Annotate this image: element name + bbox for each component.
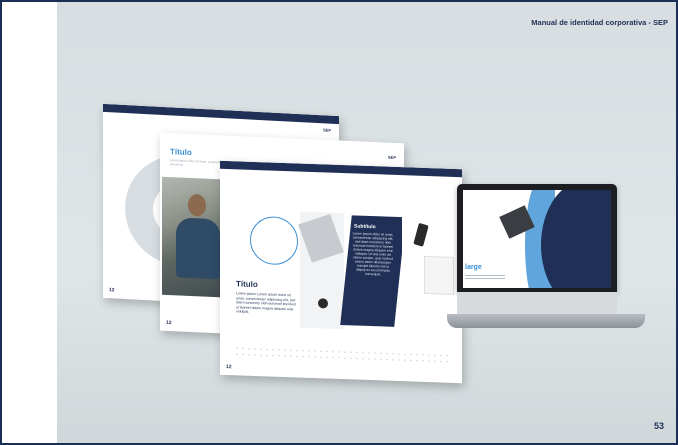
icon-placeholder-circle (250, 215, 298, 266)
photo-body (176, 217, 220, 280)
manual-page: Manual de identidad corporativa - SEP 53… (0, 0, 678, 445)
laptop-display: large (463, 190, 611, 288)
paper-graphic (424, 255, 454, 295)
slide-content: Título Lorem ipsum Lorem ipsum dolor sit… (220, 209, 462, 334)
display-navy-shape (541, 190, 611, 288)
laptop-base (447, 314, 645, 328)
coffee-cup-graphic (318, 298, 328, 309)
page-number: 53 (653, 421, 664, 431)
keyboard-graphic (298, 214, 344, 263)
page-header-title: Manual de identidad corporativa - SEP (531, 18, 668, 27)
slide-title: Título (170, 147, 192, 158)
slide-number: 12 (109, 287, 115, 294)
left-margin (2, 2, 57, 443)
laptop-photo (298, 211, 344, 330)
phone-graphic (413, 222, 429, 247)
slide-number: 12 (226, 363, 232, 371)
slide-number: 12 (166, 319, 172, 327)
laptop-hinge (457, 292, 617, 314)
slide-body-text: Lorem ipsum Lorem ipsum dolor sit amet, … (236, 291, 296, 314)
slide-title: Título (236, 279, 258, 290)
sep-logo: SEP (445, 180, 454, 186)
slide-front: SEP Título Lorem ipsum Lorem ipsum dolor… (220, 160, 462, 384)
sep-logo: SEP (322, 127, 331, 133)
display-title: large (465, 264, 482, 271)
display-text-lines (465, 275, 505, 276)
slide-subtext: Lorem ipsum dolor sit amet, consectetuer… (352, 231, 394, 277)
laptop-screen: large (457, 184, 617, 292)
photo-head (188, 193, 206, 217)
slide-subtitle: Subtítulo (354, 223, 376, 231)
sep-logo: SEP (387, 154, 396, 160)
dot-pattern (234, 345, 448, 365)
